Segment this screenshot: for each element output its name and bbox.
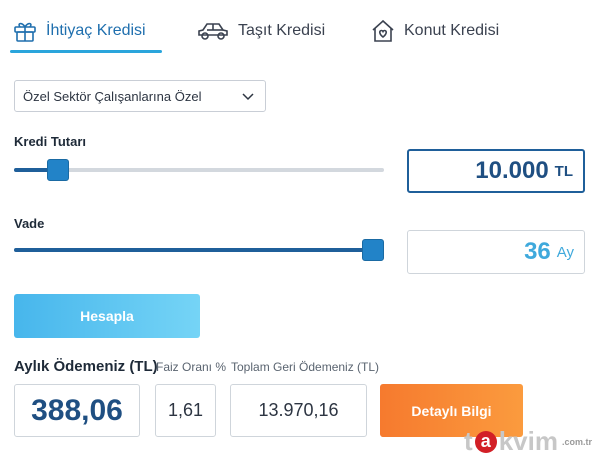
slider-handle[interactable] bbox=[47, 159, 70, 181]
term-input[interactable]: 36 Ay bbox=[407, 230, 585, 274]
watermark-logo-letter: a bbox=[474, 430, 497, 453]
active-tab-indicator bbox=[10, 50, 162, 53]
monthly-payment-value: 388,06 bbox=[31, 393, 123, 427]
segment-select-value: Özel Sektör Çalışanlarına Özel bbox=[23, 88, 202, 104]
watermark-text: kvim bbox=[498, 426, 558, 456]
tab-ihtiyac-kredisi[interactable]: İhtiyaç Kredisi bbox=[12, 8, 146, 54]
tab-konut-kredisi[interactable]: Konut Kredisi bbox=[370, 8, 499, 54]
tab-tasit-kredisi[interactable]: Taşıt Kredisi bbox=[196, 8, 325, 54]
house-heart-icon bbox=[370, 18, 396, 44]
interest-rate-value: 1,61 bbox=[167, 400, 204, 420]
total-repayment-box: 13.970,16 bbox=[230, 384, 367, 437]
customer-segment-select[interactable]: Özel Sektör Çalışanlarına Özel bbox=[14, 80, 266, 112]
interest-rate-label: Faiz Oranı % bbox=[156, 360, 227, 374]
term-value: 36 bbox=[524, 238, 551, 265]
chevron-down-icon bbox=[241, 89, 255, 103]
loan-amount-unit: TL bbox=[554, 162, 573, 180]
takvim-watermark: t a kvim .com.tr bbox=[464, 426, 592, 457]
slider-fill bbox=[14, 248, 373, 252]
tab-label: İhtiyaç Kredisi bbox=[46, 22, 146, 39]
calculate-button[interactable]: Hesapla bbox=[14, 294, 200, 338]
slider-handle[interactable] bbox=[361, 239, 384, 261]
gift-icon bbox=[12, 18, 38, 44]
total-repayment-label: Toplam Geri Ödemeniz (TL) bbox=[231, 360, 380, 374]
slider-track bbox=[14, 168, 384, 172]
watermark-prefix: t bbox=[464, 426, 473, 456]
tab-label: Taşıt Kredisi bbox=[238, 22, 326, 39]
loan-amount-input[interactable]: 10.000 TL bbox=[407, 149, 585, 193]
loan-amount-label: Kredi Tutarı bbox=[14, 134, 86, 149]
monthly-payment-box: 388,06 bbox=[14, 384, 140, 437]
loan-amount-slider[interactable] bbox=[14, 158, 384, 182]
monthly-payment-label: Aylık Ödemeniz (TL) bbox=[14, 358, 158, 375]
term-unit: Ay bbox=[556, 243, 574, 261]
term-label: Vade bbox=[14, 216, 45, 231]
loan-amount-value: 10.000 bbox=[475, 157, 549, 184]
term-slider[interactable] bbox=[14, 238, 384, 262]
tab-label: Konut Kredisi bbox=[404, 22, 500, 39]
watermark-suffix: .com.tr bbox=[561, 436, 592, 447]
total-repayment-value: 13.970,16 bbox=[258, 400, 339, 420]
interest-rate-box: 1,61 bbox=[155, 384, 216, 437]
loan-type-tabs: İhtiyaç Kredisi Taşıt Kredisi Konut Kred… bbox=[0, 0, 600, 56]
car-icon bbox=[196, 18, 230, 44]
